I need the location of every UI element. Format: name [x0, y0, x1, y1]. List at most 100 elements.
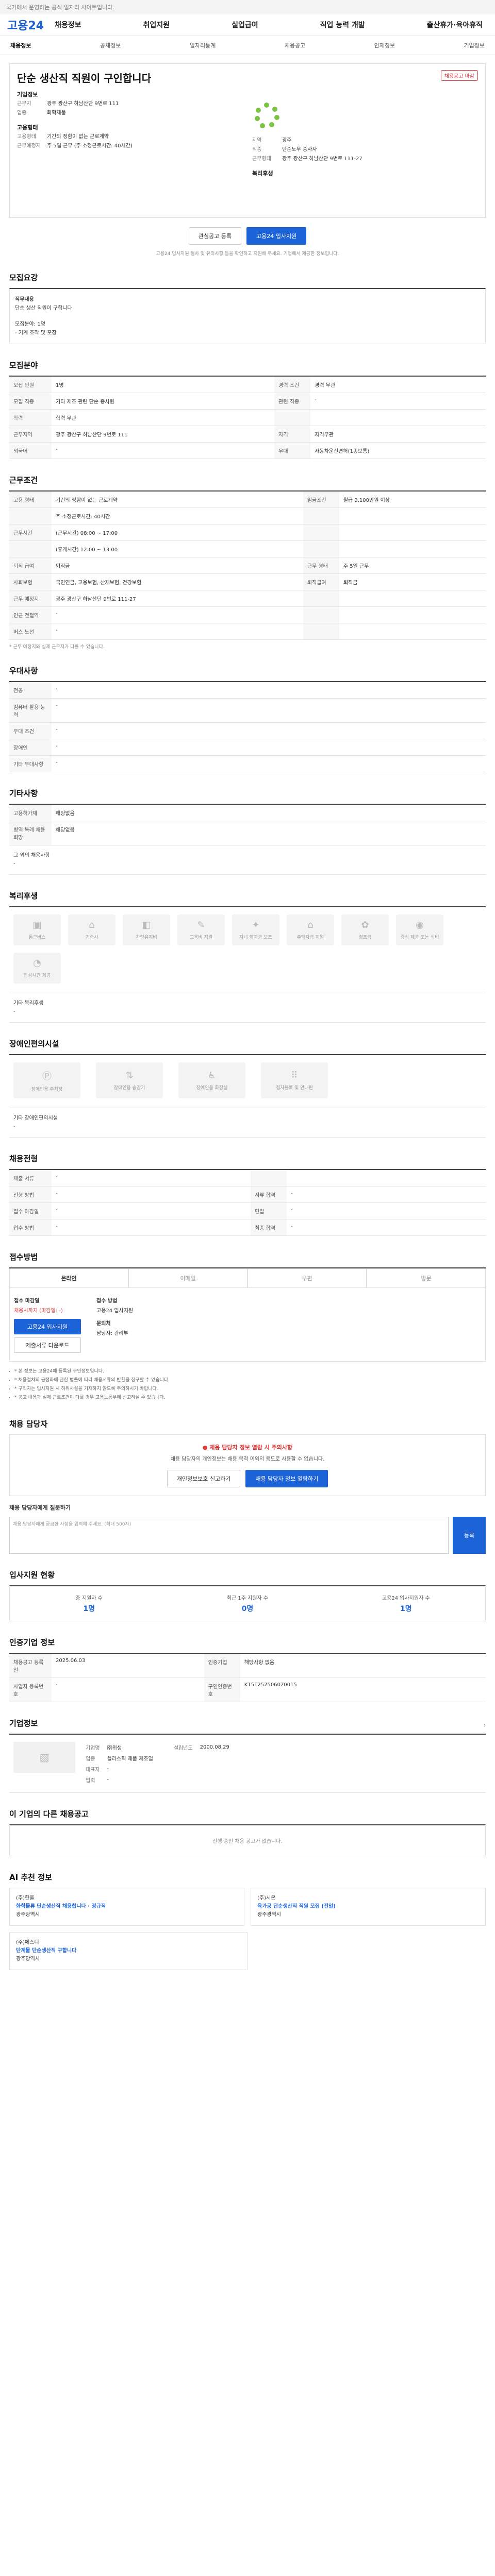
cell-key: 제출 서류	[9, 1170, 52, 1187]
cell-key: 근무지역	[9, 426, 52, 443]
rec-location: 광주광역시	[16, 1956, 40, 1962]
site-logo[interactable]: 고용24	[7, 16, 55, 33]
cell-value: -	[287, 1202, 486, 1219]
rec-company: (주)시온	[257, 1895, 276, 1901]
welfare-item-label: 주택자금 지원	[296, 935, 324, 940]
recommend-section: AI 추천 정보 (주)한울 화학물류 단순생산직 채용합니다 · 정규직 광주…	[9, 1856, 486, 1970]
deadline-label: 접수 마감일	[14, 1298, 40, 1304]
welfare-title: 복리후생	[9, 891, 38, 901]
cell-key: 퇴직급여	[303, 573, 339, 590]
cell-key: 면접	[251, 1202, 287, 1219]
cell-key	[9, 540, 52, 557]
nav-item-benefit[interactable]: 실업급여	[232, 20, 258, 30]
company-row-key: 근무지	[17, 101, 31, 107]
cell-value	[339, 590, 486, 607]
cell-key	[251, 1170, 287, 1187]
cell-key: 고용 형태	[9, 491, 52, 508]
apply-tab-visit[interactable]: 방문	[367, 1268, 486, 1288]
info-table: 채용공고 등록일 2025.06.03 인증기업 해당사항 없음 사업자 등록번호 - 구…	[9, 1653, 486, 1702]
cell-value: 월급 2,100만원 이상	[339, 491, 486, 508]
cell-value	[339, 606, 486, 623]
cell-value: -	[52, 755, 486, 772]
view-manager-button[interactable]: 채용 담당자 정보 열람하기	[245, 1470, 328, 1487]
employ-row-key: 근무예정지	[17, 143, 41, 149]
cell-value: 플라스틱 제품 제조업	[107, 1756, 153, 1762]
apply-online-button[interactable]: 고용24 입사지원	[14, 1319, 81, 1334]
company-section: 기업정보 › ▧ 기업명 ㈜위생 설립년도 2000.08.29 업종 플라스틱 제품 제…	[9, 1702, 486, 1793]
question-input[interactable]: 채용 담당자에게 궁금한 사항을 입력해 주세요. (최대 500자)	[9, 1517, 449, 1554]
subnav-item-0[interactable]: 채용정보	[10, 41, 31, 49]
process-table: 제출 서류 - 전형 방법 - 서류 합격 - 접수 마감일 - 면접 - 접수 방법 - 최종 …	[9, 1169, 486, 1236]
cell-key	[303, 540, 339, 557]
prefer-title: 우대사항	[9, 666, 38, 675]
cell-key: 근무 예정지	[9, 590, 52, 607]
company-more-link[interactable]: ›	[484, 1723, 486, 1728]
stat-value: 1명	[400, 1605, 412, 1613]
recommend-card[interactable]: (주)에스디 단계물 단순생산직 구합니다 광주광역시	[9, 1932, 248, 1970]
cell-value: 2025.06.03	[52, 1653, 204, 1678]
house-icon: ⌂	[307, 920, 314, 930]
cell-key: 우대	[274, 442, 311, 459]
question-submit-button[interactable]: 등록	[453, 1517, 486, 1554]
apply-tab-online[interactable]: 온라인	[9, 1268, 128, 1288]
cell-key	[9, 507, 52, 524]
cell-value: 해당사항 없음	[240, 1653, 486, 1678]
cell-value: -	[107, 1777, 109, 1783]
rec-title[interactable]: 화학물류 단순생산직 채용합니다 · 정규직	[16, 1903, 238, 1911]
warning-item: * 구직자는 입사지원 시 허위사실을 기재하지 않도록 주의하시기 바랍니다.	[14, 1385, 486, 1393]
stat-value: 1명	[83, 1605, 95, 1613]
cell-value: -	[52, 1219, 251, 1236]
company-title: 기업정보	[9, 1719, 38, 1728]
cell-key: 사업자 등록번호	[9, 1677, 52, 1702]
rec-title[interactable]: 육가공 단순생산직 직원 모집 (전일)	[257, 1903, 479, 1911]
subnav-item-5[interactable]: 기업정보	[464, 41, 485, 49]
cell-key: 최종 합격	[251, 1219, 287, 1236]
cell-key: 업력	[86, 1778, 95, 1784]
cell-key	[303, 507, 339, 524]
scholarship-icon: ✦	[252, 920, 260, 930]
nav-item-jobs[interactable]: 채용정보	[55, 20, 81, 30]
job-right-value: 광주	[282, 138, 292, 143]
info-section: 인증기업 정보 채용공고 등록일 2025.06.03 인증기업 해당사항 없음 사업…	[9, 1621, 486, 1702]
welfare-item: ✦ 자녀 학자금 보조	[232, 914, 279, 945]
apply-section: 접수방법 온라인 이메일 우편 방문 접수 마감일 채용시까지 (마감일: -)…	[9, 1236, 486, 1402]
subnav-item-4[interactable]: 인재정보	[374, 41, 395, 49]
apply-button[interactable]: 고용24 입사지원	[246, 227, 307, 245]
method-value: 고용24 입사지원	[96, 1308, 134, 1314]
cell-value: -	[287, 1186, 486, 1203]
cell-value: 1명	[52, 376, 275, 393]
cell-value: 기간의 정함이 없는 근로계약	[52, 491, 303, 508]
subnav-item-3[interactable]: 채용공고	[285, 41, 305, 49]
apply-tab-email[interactable]: 이메일	[128, 1268, 248, 1288]
welfare-item: ✎ 교육비 지원	[177, 914, 225, 945]
nav-item-leave[interactable]: 출산휴가·육아휴직	[427, 20, 483, 30]
clock-icon: ◔	[33, 958, 41, 969]
cell-key: 기타 우대사항	[9, 755, 52, 772]
report-privacy-button[interactable]: 개인정보보호 신고하기	[167, 1470, 241, 1487]
job-right-value: 단순노무 종사자	[282, 147, 317, 152]
apply-tab-post[interactable]: 우편	[248, 1268, 367, 1288]
prefer-section: 우대사항 전공 - 컴퓨터 활용 능력 - 우대 조건 - 장애인 - 기타 우대사항 -	[9, 650, 486, 772]
other-jobs-empty: 진행 중인 채용 공고가 없습니다.	[9, 1824, 486, 1856]
question-label: 채용 담당자에게 질문하기	[9, 1504, 71, 1511]
stats-box: 총 지원자 수 1명 최근 1주 지원자 수 0명 고용24 입사지원자 수 1명	[9, 1585, 486, 1621]
interest-button[interactable]: 관심공고 등록	[188, 227, 241, 245]
employ-section-label: 고용형태	[17, 124, 38, 131]
cell-key: 모집 직종	[9, 393, 52, 410]
process-section: 채용전형 제출 서류 - 전형 방법 - 서류 합격 - 접수 마감일 - 면접 - 접수 방…	[9, 1138, 486, 1236]
rec-title[interactable]: 단계물 단순생산직 구합니다	[16, 1947, 241, 1955]
subnav-item-2[interactable]: 일자리통계	[190, 41, 216, 49]
cell-value: 광주 광산구 하남산단 9번로 111	[52, 426, 275, 443]
subnav-item-1[interactable]: 공채정보	[100, 41, 121, 49]
nav-item-support[interactable]: 취업지원	[143, 20, 170, 30]
other-jobs-title: 이 기업의 다른 채용공고	[9, 1809, 89, 1819]
recommend-card[interactable]: (주)한울 화학물류 단순생산직 채용합니다 · 정규직 광주광역시	[9, 1888, 244, 1926]
nav-item-training[interactable]: 직업 능력 개발	[320, 20, 365, 30]
docs-download-button[interactable]: 제출서류 다운로드	[14, 1337, 81, 1353]
cell-key	[303, 623, 339, 640]
duty-line: 단순 생산 직원이 구합니다	[15, 306, 72, 311]
rec-company: (주)한울	[16, 1895, 35, 1901]
job-right-key: 지역	[252, 138, 262, 143]
cell-value: -	[52, 1170, 251, 1187]
recommend-card[interactable]: (주)시온 육가공 단순생산직 직원 모집 (전일) 광주광역시	[251, 1888, 486, 1926]
